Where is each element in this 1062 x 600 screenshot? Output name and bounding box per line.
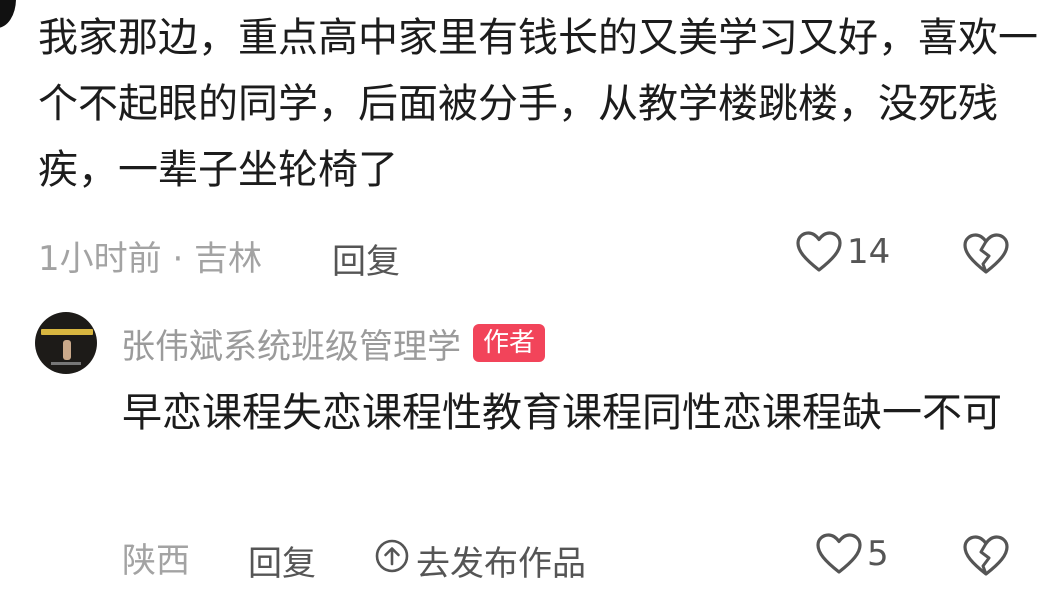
heart-icon bbox=[795, 230, 843, 274]
reply-meta: 陕西 bbox=[122, 534, 190, 581]
reply-button[interactable]: 回复 bbox=[332, 234, 400, 283]
comment-meta: 1小时前 · 吉林 bbox=[38, 232, 263, 279]
share-button[interactable]: 去发布作品 bbox=[374, 536, 586, 585]
author-badge: 作者 bbox=[473, 324, 546, 362]
previous-avatar[interactable] bbox=[0, 0, 16, 28]
author-name[interactable]: 张伟斌系统班级管理学 bbox=[121, 319, 461, 368]
share-label: 去发布作品 bbox=[416, 544, 586, 584]
arrow-up-circle-icon bbox=[374, 538, 410, 583]
broken-heart-icon bbox=[962, 534, 1010, 578]
reply-like-button[interactable]: 5 bbox=[815, 532, 889, 576]
reply-dislike-button[interactable] bbox=[962, 534, 1010, 578]
broken-heart-icon bbox=[962, 232, 1010, 276]
heart-icon bbox=[815, 532, 863, 576]
reply-reply-button[interactable]: 回复 bbox=[248, 536, 316, 585]
comment-time-location: 1小时前 · 吉林 bbox=[38, 238, 263, 279]
dislike-button[interactable] bbox=[962, 232, 1010, 276]
like-button[interactable]: 14 bbox=[795, 230, 890, 274]
comment-text: 我家那边，重点高中家里有钱长的又美学习又好，喜欢一个不起眼的同学，后面被分手，从… bbox=[38, 15, 1038, 193]
reply-text: 早恋课程失恋课程性教育课程同性恋课程缺一不可 bbox=[122, 390, 1002, 436]
author-avatar[interactable] bbox=[35, 312, 97, 374]
reply-author-row: 张伟斌系统班级管理学 作者 bbox=[35, 312, 546, 374]
reply-like-count: 5 bbox=[867, 534, 889, 574]
reply-location: 陕西 bbox=[122, 540, 190, 581]
like-count: 14 bbox=[847, 232, 891, 272]
